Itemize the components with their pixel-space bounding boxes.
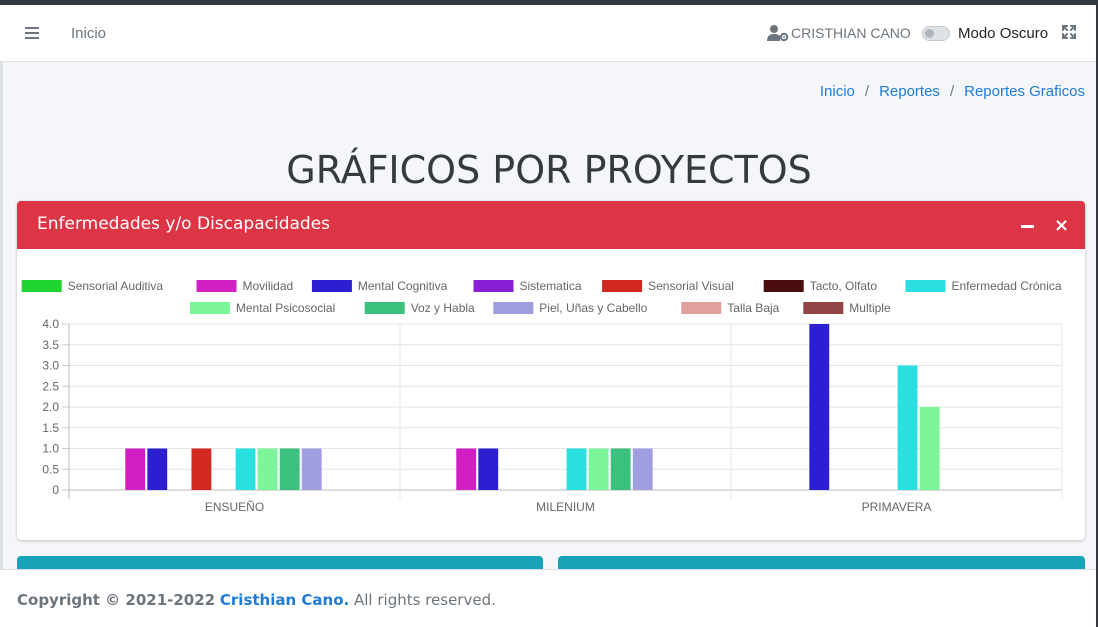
dark-mode-label: Modo Oscuro (958, 25, 1049, 42)
nav-home-link[interactable]: Inicio (71, 25, 106, 42)
legend-swatch (196, 280, 237, 292)
bar (235, 448, 256, 490)
bar (566, 448, 587, 490)
legend-swatch (473, 280, 514, 292)
legend-label: Piel, Uñas y Cabello (539, 301, 647, 315)
bar (125, 448, 146, 490)
legend-swatch (21, 280, 62, 292)
dark-mode-toggle[interactable] (922, 26, 950, 41)
breadcrumb-separator: / (949, 83, 955, 100)
y-tick-label: 0.5 (42, 462, 59, 476)
user-cog-icon (767, 25, 789, 42)
top-navbar: Inicio CRISTHIAN CANO Modo Oscuro (0, 5, 1096, 62)
legend-swatch (681, 302, 722, 314)
legend-label: Sensorial Visual (648, 279, 734, 293)
legend-label: Enfermedad Crónica (952, 279, 1062, 293)
legend-label: Multiple (849, 301, 891, 315)
legend-swatch (602, 280, 643, 292)
breadcrumb-reportes[interactable]: Reportes (879, 83, 940, 100)
breadcrumb-home[interactable]: Inicio (820, 83, 855, 100)
legend-swatch (493, 302, 534, 314)
bar-chart: Sensorial Auditiva Movilidad Mental Cognit… (21, 279, 1063, 514)
y-tick-label: 1.0 (42, 442, 59, 456)
bar (632, 448, 653, 490)
y-tick-label: 1.5 (42, 421, 59, 435)
bar (279, 448, 300, 490)
bar (919, 407, 940, 490)
breadcrumb-reportes-graficos[interactable]: Reportes Graficos (964, 83, 1085, 100)
bar (897, 365, 918, 490)
collapse-icon[interactable] (1021, 225, 1034, 228)
menu-toggle-icon[interactable] (25, 27, 39, 39)
breadcrumb-separator: / (864, 83, 870, 100)
page-title: GRÁFICOS POR PROYECTOS (286, 148, 812, 192)
chart-card: Enfermedades y/o Discapacidades × Sensor… (17, 201, 1085, 540)
legend-swatch (364, 302, 405, 314)
bar (610, 448, 631, 490)
legend-label: Voz y Habla (411, 301, 475, 315)
bar (588, 448, 609, 490)
bar (478, 448, 499, 490)
legend-label: Sensorial Auditiva (68, 279, 164, 293)
x-tick-label: ENSUEÑO (205, 500, 264, 514)
card-title: Enfermedades y/o Discapacidades (37, 214, 331, 234)
legend-swatch (189, 302, 230, 314)
y-tick-label: 4.0 (42, 317, 59, 331)
user-name[interactable]: CRISTHIAN CANO (791, 25, 911, 41)
legend-label: Mental Cognitiva (358, 279, 448, 293)
x-tick-label: PRIMAVERA (862, 500, 932, 514)
bar (456, 448, 477, 490)
bar (147, 448, 168, 490)
toggle-knob (925, 29, 934, 38)
breadcrumb: Inicio / Reportes / Reportes Graficos (820, 83, 1085, 100)
footer: Copyright © 2021-2022 Cristhian Cano. Al… (0, 569, 1096, 627)
x-tick-label: MILENIUM (536, 500, 595, 514)
legend-label: Talla Baja (727, 301, 779, 315)
footer-rights: All rights reserved. (354, 591, 496, 609)
card-header: Enfermedades y/o Discapacidades × (17, 201, 1085, 249)
footer-copyright: Copyright © 2021-2022 (17, 591, 216, 609)
close-icon[interactable]: × (1054, 215, 1069, 236)
y-tick-label: 3.5 (42, 338, 59, 352)
legend-swatch (905, 280, 946, 292)
legend-label: Sistematica (520, 279, 582, 293)
bar (809, 324, 830, 490)
fullscreen-icon[interactable] (1061, 24, 1077, 40)
legend-label: Tacto, Olfato (810, 279, 878, 293)
sidebar-edge (0, 5, 3, 627)
y-tick-label: 3.0 (42, 359, 59, 373)
legend-swatch (763, 280, 804, 292)
y-tick-label: 0 (52, 483, 59, 497)
bar (257, 448, 278, 490)
legend-label: Mental Psicosocial (236, 301, 335, 315)
footer-text: Copyright © 2021-2022 Cristhian Cano. Al… (17, 591, 496, 609)
legend-swatch (311, 280, 352, 292)
y-tick-label: 2.5 (42, 379, 59, 393)
footer-author-link[interactable]: Cristhian Cano. (220, 591, 349, 609)
bar (301, 448, 322, 490)
bar (191, 448, 212, 490)
legend-label: Movilidad (243, 279, 294, 293)
legend-swatch (803, 302, 844, 314)
y-tick-label: 2.0 (42, 400, 59, 414)
